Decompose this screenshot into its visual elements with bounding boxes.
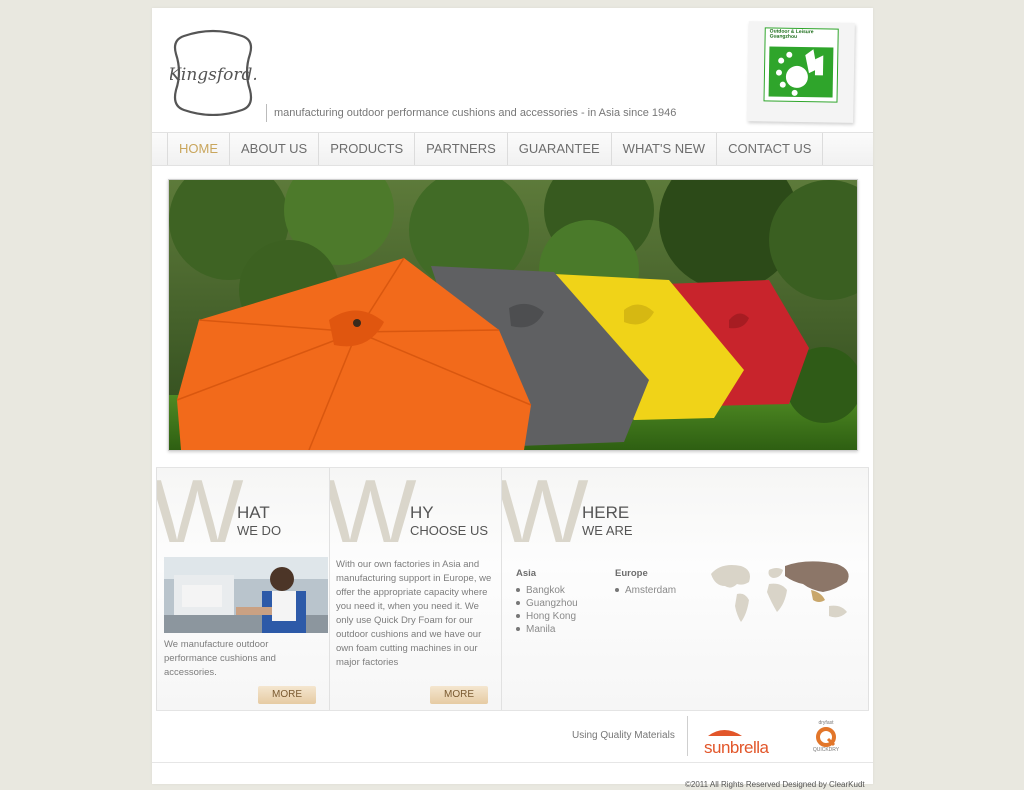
nav-partners[interactable]: PARTNERS bbox=[415, 133, 508, 165]
city-amsterdam[interactable]: Amsterdam bbox=[615, 584, 676, 597]
nav-about-us[interactable]: ABOUT US bbox=[230, 133, 320, 165]
big-letter: W bbox=[157, 470, 244, 542]
sunbrella-logo[interactable]: sunbrella bbox=[704, 724, 788, 758]
asia-city-list: Bangkok Guangzhou Hong Kong Manila bbox=[516, 584, 578, 636]
what-heading-1: HAT bbox=[237, 503, 270, 522]
badge-title: Outdoor & Leisure Guangzhou bbox=[769, 28, 814, 40]
umbrella-icon bbox=[708, 730, 742, 736]
world-map-icon bbox=[707, 556, 857, 626]
hero-umbrellas-image bbox=[168, 179, 858, 451]
sun-rabbit-icon bbox=[775, 49, 824, 96]
nav-guarantee[interactable]: GUARANTEE bbox=[508, 133, 612, 165]
where-we-are-column: W HERE WE ARE Asia Bangkok Guangzhou Hon… bbox=[501, 468, 869, 710]
what-we-do-column: W HAT WE DO We manufacture outdoor perfo… bbox=[156, 468, 330, 710]
nav-products[interactable]: PRODUCTS bbox=[319, 133, 416, 165]
why-choose-us-column: W HY CHOOSE US With our own factories in… bbox=[329, 468, 502, 710]
big-w-icon: W bbox=[157, 470, 245, 542]
copyright-text: ©2011 All Rights Reserved Designed by Cl… bbox=[685, 780, 865, 789]
what-text: We manufacture outdoor performance cushi… bbox=[164, 639, 276, 678]
logo-text: Kingsford. bbox=[170, 65, 256, 85]
city-guangzhou[interactable]: Guangzhou bbox=[516, 597, 578, 610]
quickdry-q-icon bbox=[816, 727, 836, 747]
main-nav: HOME ABOUT US PRODUCTS PARTNERS GUARANTE… bbox=[152, 132, 873, 166]
asia-label: Asia bbox=[516, 568, 537, 579]
badge-green-panel bbox=[768, 46, 834, 98]
big-w-icon: W bbox=[330, 470, 418, 542]
logo-frame-icon: Kingsford. bbox=[170, 29, 256, 116]
big-letter: W bbox=[502, 470, 589, 542]
info-columns: W HAT WE DO We manufacture outdoor perfo… bbox=[156, 467, 869, 711]
europe-city-list: Amsterdam bbox=[615, 584, 676, 597]
city-hong-kong[interactable]: Hong Kong bbox=[516, 610, 578, 623]
quality-materials-label: Using Quality Materials bbox=[572, 730, 675, 741]
what-heading-2: WE DO bbox=[237, 523, 282, 538]
sewing-worker-photo bbox=[164, 557, 328, 633]
quickdry-logo[interactable]: dryfast QUICKDRY bbox=[812, 720, 840, 760]
city-manila[interactable]: Manila bbox=[516, 623, 578, 636]
what-more-button[interactable]: MORE bbox=[258, 686, 316, 704]
quickdry-small-label: dryfast bbox=[818, 720, 834, 726]
big-w-icon: W bbox=[502, 470, 590, 542]
kingsford-logo[interactable]: Kingsford. bbox=[170, 28, 256, 116]
why-heading-2: CHOOSE US bbox=[410, 523, 489, 538]
quickdry-label: QUICKDRY bbox=[812, 747, 840, 753]
where-heading-1: HERE bbox=[582, 503, 630, 522]
nav-contact-us[interactable]: CONTACT US bbox=[717, 133, 824, 165]
page-container: Kingsford. manufacturing outdoor perform… bbox=[152, 8, 873, 789]
nav-whats-new[interactable]: WHAT'S NEW bbox=[612, 133, 718, 165]
badge-logo: Outdoor & Leisure Guangzhou bbox=[763, 27, 839, 103]
trade-fair-badge[interactable]: Outdoor & Leisure Guangzhou bbox=[747, 21, 855, 123]
big-letter: W bbox=[330, 470, 417, 542]
where-heading-2: WE ARE bbox=[582, 523, 633, 538]
sunbrella-text: sunbrella bbox=[704, 738, 769, 757]
tagline: manufacturing outdoor performance cushio… bbox=[266, 104, 676, 122]
europe-label: Europe bbox=[615, 568, 648, 579]
why-heading-1: HY bbox=[410, 503, 434, 522]
city-bangkok[interactable]: Bangkok bbox=[516, 584, 578, 597]
footer-divider bbox=[687, 716, 688, 756]
why-more-button[interactable]: MORE bbox=[430, 686, 488, 704]
nav-home[interactable]: HOME bbox=[167, 133, 230, 165]
footer-rule bbox=[152, 762, 873, 763]
why-text: With our own factories in Asia and manuf… bbox=[336, 559, 492, 668]
